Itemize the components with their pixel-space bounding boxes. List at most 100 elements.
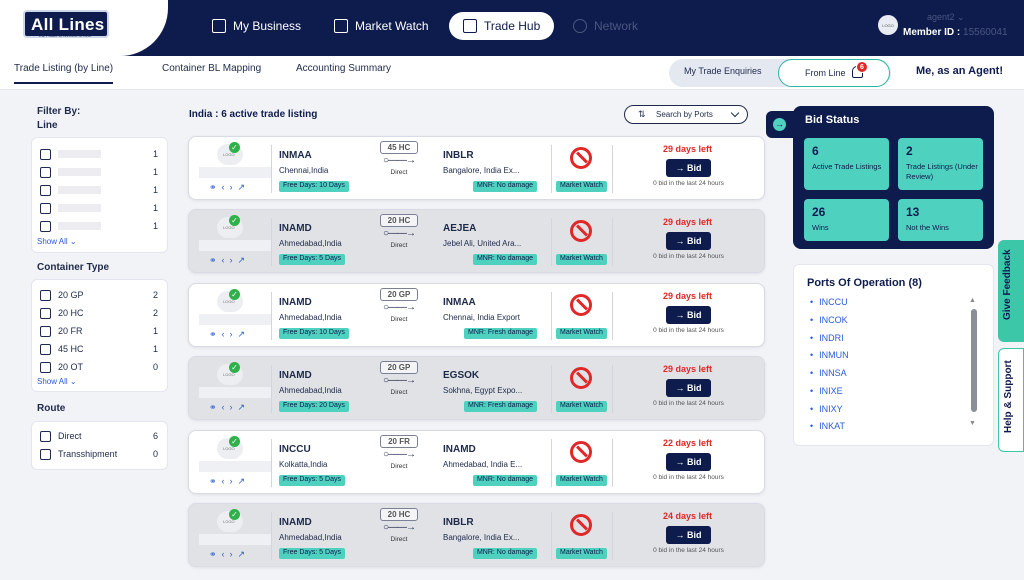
market-watch-badge[interactable]: Market Watch [556, 181, 607, 192]
port-item[interactable]: INIXY [810, 404, 843, 414]
route-arrow-icon: ○——→ [382, 228, 416, 239]
trade-listing-card[interactable]: LOGO ✓ ⚭‹›↗ INCCU Kolkatta,India Free Days: 5… [188, 430, 765, 494]
trade-listing-card[interactable]: LOGO ✓ ⚭‹›↗ INAMD Ahmedabad,India Free Days: … [188, 283, 765, 347]
card-action-icons[interactable]: ⚭‹›↗ [209, 402, 250, 413]
avatar[interactable]: LOGO [878, 15, 898, 35]
tab-accounting-summary[interactable]: Accounting Summary [296, 63, 391, 74]
stat-active-listings[interactable]: 6 Active Trade Listings [804, 138, 889, 190]
nav-my-business[interactable]: My Business [212, 12, 301, 40]
line-logo-placeholder [58, 204, 101, 212]
bid-info: 0 bid in the last 24 hours [653, 400, 724, 407]
line-filter-row[interactable]: 1 [40, 148, 158, 160]
user-name[interactable]: agent2 ⌄ [927, 12, 965, 23]
checkbox[interactable] [40, 448, 51, 460]
tab-trade-listing[interactable]: Trade Listing (by Line) [14, 63, 114, 84]
checkbox[interactable] [40, 289, 51, 301]
trade-listing-card[interactable]: LOGO ✓ ⚭‹›↗ INMAA Chennai,India Free Days: 10… [188, 136, 765, 200]
market-watch-badge[interactable]: Market Watch [556, 548, 607, 559]
give-feedback-tab[interactable]: Give Feedback [998, 240, 1024, 342]
from-line-tab[interactable]: From Line [778, 59, 890, 87]
trade-listing-card[interactable]: LOGO ✓ ⚭‹›↗ INAMD Ahmedabad,India Free Days: … [188, 209, 765, 273]
port-item[interactable]: INIXE [810, 386, 843, 396]
bid-button[interactable]: → Bid [666, 159, 711, 177]
port-item[interactable]: INDRI [810, 333, 844, 343]
checkbox[interactable] [40, 148, 51, 160]
checkbox[interactable] [40, 430, 51, 442]
market-watch-badge[interactable]: Market Watch [556, 401, 607, 412]
container-type-row[interactable]: 20 GP 2 [40, 289, 158, 301]
market-watch-badge[interactable]: Market Watch [556, 328, 607, 339]
line-filter-row[interactable]: 1 [40, 184, 158, 196]
nav-network[interactable]: Network [573, 12, 638, 40]
scroll-down-arrow[interactable]: ▼ [969, 420, 976, 427]
stat-wins[interactable]: 26 Wins [804, 199, 889, 241]
nav-market-watch[interactable]: Market Watch [334, 12, 429, 40]
bid-button[interactable]: → Bid [666, 232, 711, 250]
origin-place: Ahmedabad,India [279, 533, 342, 542]
tab-container-bl-mapping[interactable]: Container BL Mapping [162, 63, 261, 74]
card-action-icons[interactable]: ⚭‹›↗ [209, 182, 250, 193]
origin-place: Ahmedabad,India [279, 313, 342, 322]
container-type-row[interactable]: 20 HC 2 [40, 307, 158, 319]
checkbox[interactable] [40, 361, 51, 373]
help-support-tab[interactable]: Help & Support [998, 348, 1024, 452]
origin-place: Ahmedabad,India [279, 386, 342, 395]
container-type-count: 1 [152, 344, 158, 354]
card-action-icons[interactable]: ⚭‹›↗ [209, 476, 250, 487]
bid-button[interactable]: → Bid [666, 453, 711, 471]
container-type-count: 2 [152, 308, 158, 318]
checkbox[interactable] [40, 184, 51, 196]
ports-scrollbar[interactable] [971, 309, 977, 412]
market-watch-badge[interactable]: Market Watch [556, 254, 607, 265]
origin-port: INAMD [279, 517, 312, 528]
no-entry-icon [570, 147, 592, 169]
checkbox[interactable] [40, 307, 51, 319]
divider [271, 512, 272, 560]
route-row[interactable]: Direct 6 [40, 430, 158, 442]
checkbox[interactable] [40, 202, 51, 214]
container-type-row[interactable]: 20 OT 0 [40, 361, 158, 373]
card-action-icons[interactable]: ⚭‹›↗ [209, 255, 250, 266]
stat-not-wins[interactable]: 13 Not the Wins [898, 199, 983, 241]
market-watch-badge[interactable]: Market Watch [556, 475, 607, 486]
stat-under-review[interactable]: 2 Trade Listings (Under Review) [898, 138, 983, 190]
line-name-placeholder [199, 534, 272, 545]
container-type-row[interactable]: 45 HC 1 [40, 343, 158, 355]
bid-button[interactable]: → Bid [666, 526, 711, 544]
card-action-icons[interactable]: ⚭‹›↗ [209, 329, 250, 340]
scroll-up-arrow[interactable]: ▲ [969, 297, 976, 304]
origin-port: INCCU [279, 444, 311, 455]
bid-button[interactable]: → Bid [666, 306, 711, 324]
nav-trade-hub[interactable]: Trade Hub [449, 12, 555, 40]
bid-button[interactable]: → Bid [666, 379, 711, 397]
checkbox[interactable] [40, 220, 51, 232]
line-show-all-link[interactable]: Show All ⌄ [37, 237, 77, 246]
checkbox[interactable] [40, 343, 51, 355]
bid-panel-toggle[interactable]: → [766, 111, 796, 138]
container-type-label: 20 GP [58, 290, 84, 300]
line-filter-row[interactable]: 1 [40, 202, 158, 214]
card-action-icons[interactable]: ⚭‹›↗ [209, 549, 250, 560]
search-by-ports-dropdown[interactable]: ⇅ Search by Ports [624, 105, 748, 124]
port-item[interactable]: INCCU [810, 297, 848, 307]
checkbox[interactable] [40, 325, 51, 337]
port-item[interactable]: INCOK [810, 315, 848, 325]
container-show-all-link[interactable]: Show All ⌄ [37, 377, 77, 386]
port-item[interactable]: INKAT [810, 421, 845, 431]
trade-listing-card[interactable]: LOGO ✓ ⚭‹›↗ INAMD Ahmedabad,India Free Days: … [188, 503, 765, 567]
line-filter-row[interactable]: 1 [40, 220, 158, 232]
trade-listing-card[interactable]: LOGO ✓ ⚭‹›↗ INAMD Ahmedabad,India Free Days: … [188, 356, 765, 420]
mnr-badge: MNR: No damage [472, 475, 537, 486]
arrow-right-icon: → [773, 118, 786, 131]
bid-label: Bid [687, 383, 702, 393]
port-item[interactable]: INMUN [810, 350, 849, 360]
my-trade-enquiries-tab[interactable]: My Trade Enquiries [684, 66, 762, 76]
agent-mode-label[interactable]: Me, as an Agent! [916, 65, 1003, 77]
port-item[interactable]: INNSA [810, 368, 847, 378]
checkbox[interactable] [40, 166, 51, 178]
route-row[interactable]: Transshipment 0 [40, 448, 158, 460]
line-filter-row[interactable]: 1 [40, 166, 158, 178]
filter-by-title: Filter By: [37, 106, 81, 117]
free-days-badge: Free Days: 5 Days [279, 548, 345, 559]
container-type-row[interactable]: 20 FR 1 [40, 325, 158, 337]
